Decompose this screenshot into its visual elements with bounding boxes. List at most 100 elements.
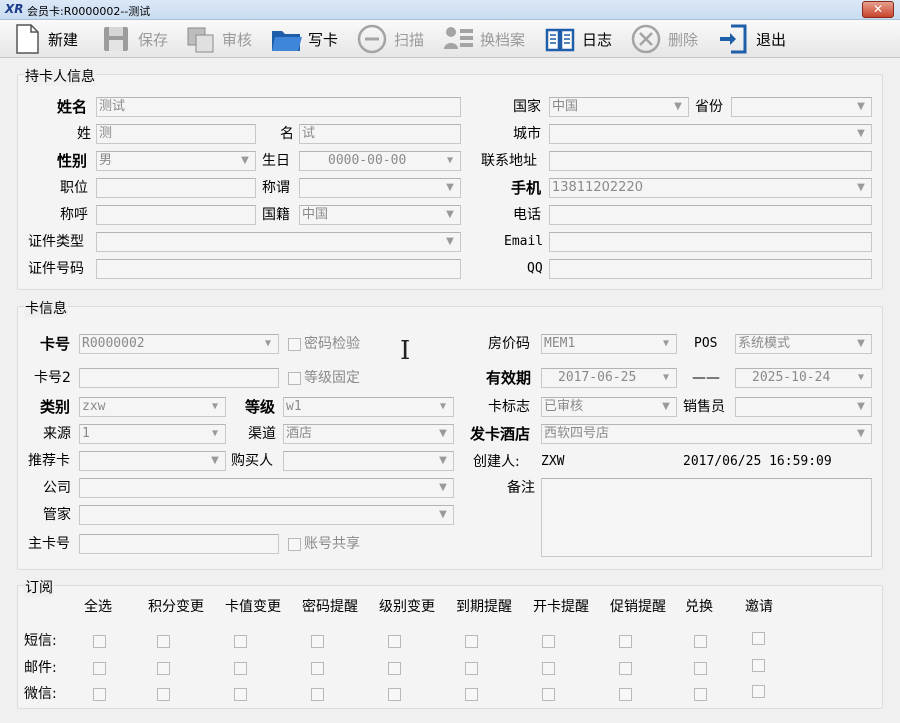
share-account-checkbox[interactable] xyxy=(288,538,301,551)
gender-select[interactable]: 男 ▼ xyxy=(96,151,256,171)
master-card-field[interactable] xyxy=(79,534,279,554)
subscribe-sms-checkbox-3[interactable] xyxy=(311,635,324,648)
pos-select[interactable]: 系统模式 ▼ xyxy=(735,334,872,354)
id-type-select[interactable]: ▼ xyxy=(96,232,461,252)
subscribe-sms-checkbox-2[interactable] xyxy=(234,635,247,648)
subscribe-wechat-checkbox-6[interactable] xyxy=(542,688,555,701)
delete-button[interactable]: 删除 xyxy=(630,22,698,56)
issuing-hotel-label: 发卡酒店 xyxy=(470,425,531,443)
card-info-title: 卡信息 xyxy=(24,298,68,318)
city-select[interactable]: ▼ xyxy=(549,124,872,144)
salutation-field[interactable] xyxy=(96,205,256,225)
subscribe-wechat-checkbox-0[interactable] xyxy=(93,688,106,701)
company-select[interactable]: ▼ xyxy=(79,478,454,498)
card-number-2-field[interactable] xyxy=(79,368,279,388)
remark-textarea[interactable] xyxy=(541,478,872,557)
subscribe-email-checkbox-4[interactable] xyxy=(388,662,401,675)
type-select[interactable]: zxw ▼ xyxy=(79,397,226,417)
surname-field[interactable]: 测 xyxy=(96,124,256,144)
col-value-change: 卡值变更 xyxy=(225,599,281,615)
province-select[interactable]: ▼ xyxy=(731,97,872,117)
subscribe-email-checkbox-5[interactable] xyxy=(465,662,478,675)
email-field[interactable] xyxy=(549,232,872,252)
scan-button[interactable]: 扫描 xyxy=(356,22,424,56)
qq-field[interactable] xyxy=(549,259,872,279)
appellation-select[interactable]: ▼ xyxy=(299,178,461,198)
referrer-select[interactable]: ▼ xyxy=(79,451,226,471)
level-select[interactable]: w1 ▼ xyxy=(283,397,454,417)
level-label: 等级 xyxy=(245,398,276,416)
birthday-picker[interactable]: 0000-00-00 ▼ xyxy=(299,151,461,171)
issuing-hotel-select[interactable]: 西软四号店 ▼ xyxy=(541,424,872,444)
channel-value: 酒店 xyxy=(286,426,313,441)
subscribe-sms-checkbox-6[interactable] xyxy=(542,635,555,648)
valid-from-picker[interactable]: 2017-06-25 ▼ xyxy=(541,368,677,388)
close-button[interactable]: ✕ xyxy=(862,1,894,18)
country-select[interactable]: 中国 ▼ xyxy=(549,97,689,117)
rate-code-select[interactable]: MEM1 ▼ xyxy=(541,334,677,354)
position-field[interactable] xyxy=(96,178,256,198)
subscribe-sms-checkbox-0[interactable] xyxy=(93,635,106,648)
subscribe-sms-checkbox-8[interactable] xyxy=(694,635,707,648)
subscribe-email-checkbox-6[interactable] xyxy=(542,662,555,675)
type-value: zxw xyxy=(82,399,106,414)
subscribe-email-checkbox-9[interactable] xyxy=(752,659,765,672)
address-field[interactable] xyxy=(549,151,872,171)
subscribe-sms-checkbox-4[interactable] xyxy=(388,635,401,648)
level-fixed-checkbox[interactable] xyxy=(288,372,301,385)
change-file-button[interactable]: 换档案 xyxy=(442,22,525,56)
buyer-select[interactable]: ▼ xyxy=(283,451,454,471)
id-number-field[interactable] xyxy=(96,259,461,279)
valid-to-picker[interactable]: 2025-10-24 ▼ xyxy=(735,368,872,388)
subscribe-email-checkbox-2[interactable] xyxy=(234,662,247,675)
name-label: 姓名 xyxy=(57,98,88,116)
subscribe-sms-checkbox-5[interactable] xyxy=(465,635,478,648)
log-button[interactable]: 日志 xyxy=(544,22,612,56)
save-button[interactable]: 保存 xyxy=(100,22,168,56)
subscribe-wechat-checkbox-5[interactable] xyxy=(465,688,478,701)
subscribe-wechat-checkbox-4[interactable] xyxy=(388,688,401,701)
write-card-button[interactable]: 写卡 xyxy=(270,22,338,56)
chevron-down-icon: ▼ xyxy=(446,182,454,193)
subscribe-wechat-checkbox-8[interactable] xyxy=(694,688,707,701)
card-number-select[interactable]: R0000002 ▼ xyxy=(79,334,279,354)
city-label: 城市 xyxy=(513,126,541,142)
subscribe-sms-checkbox-9[interactable] xyxy=(752,632,765,645)
subscribe-email-checkbox-0[interactable] xyxy=(93,662,106,675)
subscribe-sms-checkbox-1[interactable] xyxy=(157,635,170,648)
subscribe-wechat-checkbox-2[interactable] xyxy=(234,688,247,701)
given-name-field[interactable]: 试 xyxy=(299,124,461,144)
subscribe-sms-checkbox-7[interactable] xyxy=(619,635,632,648)
password-check-checkbox[interactable] xyxy=(288,338,301,351)
name-field[interactable]: 测试 xyxy=(96,97,461,117)
subscribe-email-checkbox-3[interactable] xyxy=(311,662,324,675)
subscribe-wechat-checkbox-9[interactable] xyxy=(752,685,765,698)
exit-button[interactable]: 退出 xyxy=(718,22,786,56)
scan-label: 扫描 xyxy=(394,30,425,49)
profile-file-icon xyxy=(444,27,473,49)
butler-select[interactable]: ▼ xyxy=(79,505,454,525)
subscribe-wechat-checkbox-1[interactable] xyxy=(157,688,170,701)
surname-label: 姓 xyxy=(77,126,91,142)
col-open-remind: 开卡提醒 xyxy=(533,599,589,615)
subscribe-email-checkbox-8[interactable] xyxy=(694,662,707,675)
nationality-value: 中国 xyxy=(302,207,329,222)
source-select[interactable]: 1 ▼ xyxy=(79,424,226,444)
salesperson-select[interactable]: ▼ xyxy=(735,397,872,417)
mobile-select[interactable]: 13811202220 ▼ xyxy=(549,178,872,198)
subscribe-email-checkbox-7[interactable] xyxy=(619,662,632,675)
card-flag-select[interactable]: 已审核 ▼ xyxy=(541,397,677,417)
valid-to-value: 2025-10-24 xyxy=(752,370,831,385)
audit-button[interactable]: 审核 xyxy=(184,22,252,56)
subscribe-wechat-checkbox-7[interactable] xyxy=(619,688,632,701)
qq-label: QQ xyxy=(527,261,543,276)
app-logo: XR xyxy=(5,2,24,16)
subscribe-email-checkbox-1[interactable] xyxy=(157,662,170,675)
new-button[interactable]: 新建 xyxy=(10,22,78,56)
nationality-select[interactable]: 中国 ▼ xyxy=(299,205,461,225)
channel-select[interactable]: 酒店 ▼ xyxy=(283,424,454,444)
birthday-label: 生日 xyxy=(262,153,290,169)
phone-field[interactable] xyxy=(549,205,872,225)
subscribe-wechat-checkbox-3[interactable] xyxy=(311,688,324,701)
country-label: 国家 xyxy=(513,99,541,115)
